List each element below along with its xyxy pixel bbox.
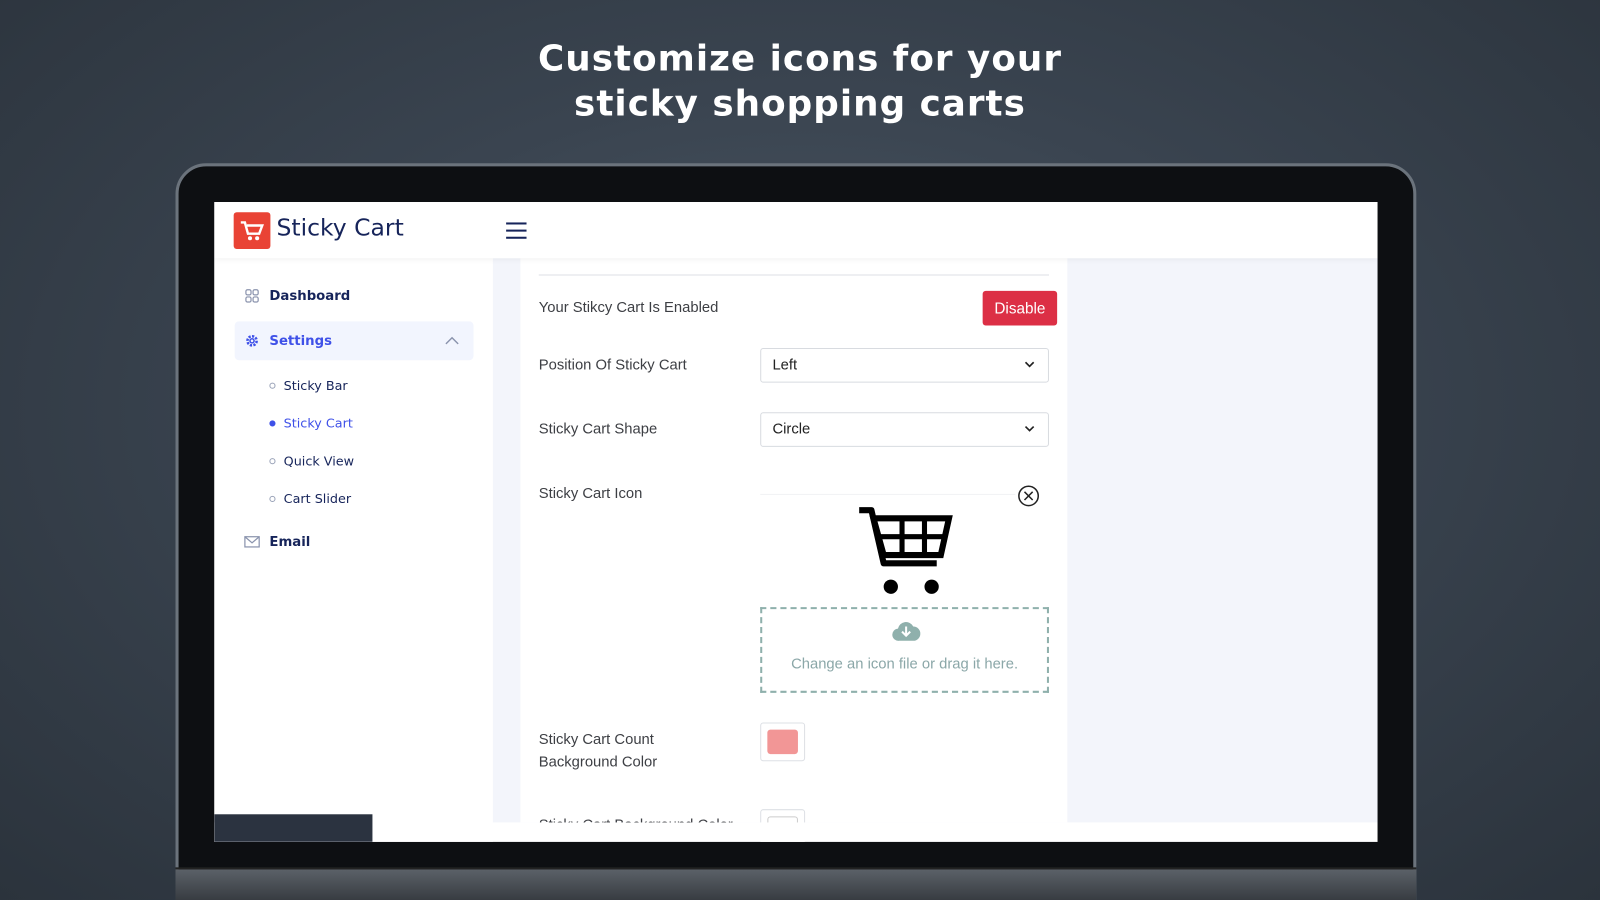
gear-icon [235, 334, 270, 348]
position-label: Position Of Sticky Cart [538, 357, 687, 374]
upload-hint: Change an icon file or drag it here. [791, 656, 1019, 673]
hamburger-icon[interactable] [506, 222, 527, 243]
color-swatch [767, 729, 798, 755]
promo-stage: Customize icons for your sticky shopping… [0, 0, 1600, 900]
cloud-download-icon [892, 618, 921, 648]
settings-panel: Your Stikcy Cart Is Enabled Disable Posi… [520, 258, 1068, 842]
app-screen: Sticky Cart Dashboard Settings Sticky Ba… [214, 202, 1378, 842]
shape-label: Sticky Cart Shape [538, 421, 658, 438]
shape-select[interactable]: Circle [760, 412, 1049, 447]
shape-value: Circle [772, 421, 811, 438]
chevron-down-icon [1023, 422, 1035, 438]
sidebar-item-label: Dashboard [269, 288, 351, 304]
sidebar-item-email[interactable]: Email [235, 522, 311, 561]
sidebar-subitem-cart-slider[interactable]: Cart Slider [269, 491, 351, 506]
remove-icon-button[interactable] [1017, 485, 1040, 513]
bullet-icon [269, 382, 276, 389]
sidebar-subitem-sticky-bar[interactable]: Sticky Bar [269, 377, 348, 393]
cart-icon [233, 212, 271, 249]
sidebar-item-settings[interactable]: Settings [234, 321, 474, 361]
count-bg-label-line: Sticky Cart Count [538, 731, 654, 748]
disable-button[interactable]: Disable [982, 290, 1058, 326]
grid-icon [235, 289, 270, 303]
sidebar-subitem-sticky-cart[interactable]: Sticky Cart [269, 415, 353, 431]
sidebar-subitem-quick-view[interactable]: Quick View [269, 453, 354, 468]
top-bar: Sticky Cart [214, 202, 1378, 259]
subitem-label: Sticky Cart [283, 415, 353, 431]
chevron-up-icon [445, 334, 459, 349]
subitem-label: Cart Slider [283, 490, 352, 507]
chevron-down-icon [1023, 358, 1035, 374]
count-bg-label-line: Background Color [538, 754, 658, 771]
brand-name: Sticky Cart [276, 215, 404, 242]
sidebar: Dashboard Settings Sticky Bar Sticky Car… [214, 258, 493, 842]
icon-label: Sticky Cart Icon [538, 485, 643, 503]
bullet-icon [269, 457, 276, 464]
sidebar-item-label: Email [269, 534, 311, 550]
bullet-icon [269, 419, 276, 427]
status-label: Your Stikcy Cart Is Enabled [538, 299, 719, 317]
count-bg-label: Sticky Cart Count Background Color [539, 729, 657, 774]
divider [538, 274, 1049, 276]
sidebar-item-label: Settings [269, 333, 333, 349]
envelope-icon [235, 536, 270, 548]
headline: Customize icons for your sticky shopping… [0, 37, 1600, 127]
subitem-label: Sticky Bar [283, 377, 348, 393]
cart-icon [857, 505, 953, 602]
position-value: Left [772, 357, 798, 374]
screen-bottom-strip [214, 822, 1378, 842]
count-bg-color-picker[interactable] [760, 722, 806, 762]
sidebar-item-dashboard[interactable]: Dashboard [235, 277, 351, 316]
headline-line-1: Customize icons for your [538, 38, 1062, 80]
icon-preview-line [760, 493, 1016, 495]
icon-upload-dropzone[interactable]: Change an icon file or drag it here. [760, 607, 1049, 693]
position-select[interactable]: Left [760, 347, 1049, 383]
taskbar-fragment [214, 814, 373, 842]
headline-line-2: sticky shopping carts [574, 83, 1026, 125]
subitem-label: Quick View [283, 453, 355, 469]
laptop-base [175, 867, 1417, 900]
bullet-icon [269, 495, 276, 502]
